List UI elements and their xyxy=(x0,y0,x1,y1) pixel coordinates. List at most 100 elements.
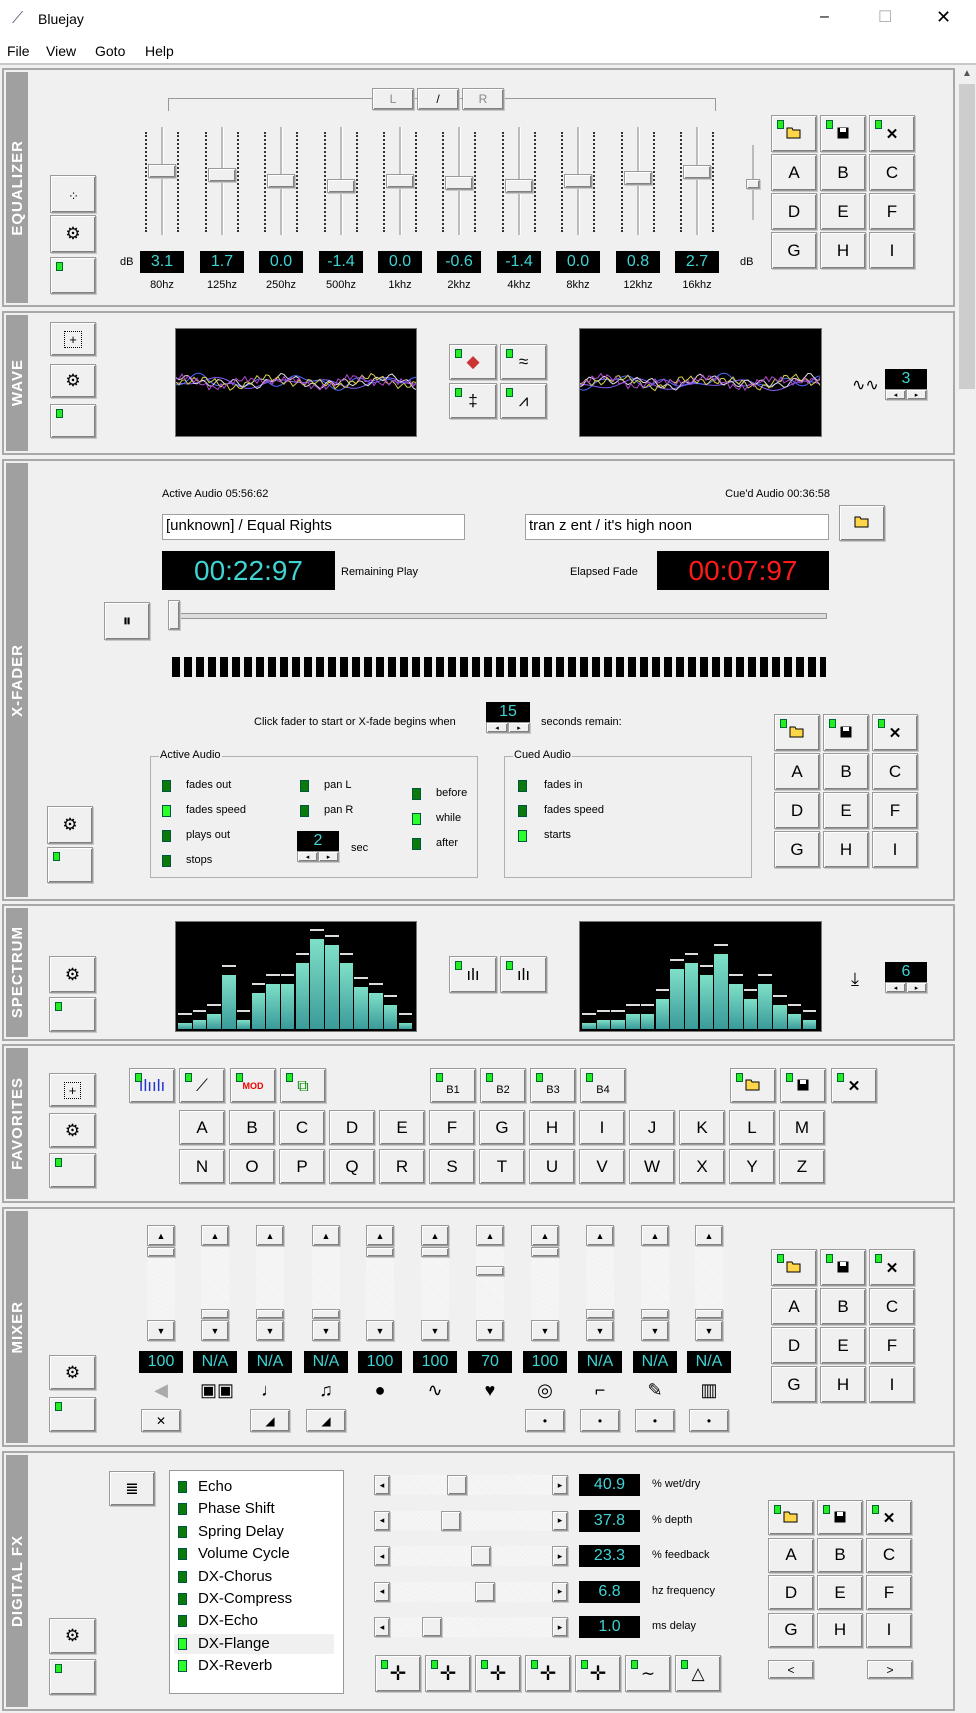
mixer-preset-i[interactable]: I xyxy=(869,1366,915,1403)
fx-preset-shape-3[interactable]: ✛ xyxy=(475,1655,521,1692)
favorite-k[interactable]: K xyxy=(679,1110,725,1145)
mixer-preset-b[interactable]: B xyxy=(820,1288,866,1325)
fx-effect-item[interactable]: Spring Delay xyxy=(174,1522,334,1542)
effect-led[interactable] xyxy=(178,1503,187,1516)
fx-preset-f[interactable]: F xyxy=(866,1575,912,1610)
fx-clear-button[interactable]: ✕ xyxy=(866,1500,912,1535)
fx-param-track[interactable] xyxy=(389,1475,553,1495)
xfader-clear-button[interactable]: ✕ xyxy=(872,714,918,751)
eq-channel-r[interactable]: R xyxy=(462,88,504,110)
fx-param-left-arrow[interactable]: ◂ xyxy=(374,1475,390,1495)
mixer-thumb-plug[interactable] xyxy=(586,1309,614,1319)
favorite-w[interactable]: W xyxy=(629,1149,675,1184)
fade-seconds-decrement[interactable]: ◂ xyxy=(297,851,318,862)
fx-param-track[interactable] xyxy=(389,1510,553,1531)
mixer-button-cd[interactable]: • xyxy=(525,1409,565,1432)
fav-bank-b4[interactable]: B4 xyxy=(580,1068,626,1103)
eq-preset-b[interactable]: B xyxy=(820,154,866,191)
eq-channel-l[interactable]: L xyxy=(372,88,414,110)
fx-param-right-arrow[interactable]: ▸ xyxy=(552,1475,568,1495)
mixer-down-heart[interactable]: ▼ xyxy=(476,1320,504,1341)
favorite-v[interactable]: V xyxy=(579,1149,625,1184)
xfader-preset-f[interactable]: F xyxy=(872,792,918,829)
fx-param-track[interactable] xyxy=(389,1581,553,1602)
wave-count-decrement[interactable]: ◂ xyxy=(885,389,906,400)
favorites-enable-button[interactable] xyxy=(49,1153,96,1188)
xfader-settings-button[interactable]: ⚙ xyxy=(47,806,93,844)
mixer-down-keyboard[interactable]: ▼ xyxy=(695,1320,723,1341)
mixer-thumb-heart[interactable] xyxy=(476,1265,504,1276)
mixer-down-microphone[interactable]: ▼ xyxy=(641,1320,669,1341)
fx-param-right-arrow[interactable]: ▸ xyxy=(552,1510,568,1531)
eq-reset-button[interactable]: ·:· xyxy=(50,175,96,213)
fx-param-left-arrow[interactable]: ◂ xyxy=(374,1510,390,1531)
mixer-down-cd[interactable]: ▼ xyxy=(531,1320,559,1341)
effect-led[interactable] xyxy=(178,1570,187,1583)
mixer-down-treble-clef[interactable]: ▼ xyxy=(312,1320,340,1341)
mixer-down-plug[interactable]: ▼ xyxy=(586,1320,614,1341)
mixer-save-button[interactable] xyxy=(820,1249,866,1286)
mixer-up-speaker[interactable]: ▲ xyxy=(147,1225,175,1246)
eq-slider-thumb-4khz[interactable] xyxy=(505,178,533,193)
fx-menu-button[interactable]: ≣ xyxy=(109,1471,155,1506)
wave-mode-zigzag-button[interactable]: ⩘ xyxy=(500,383,547,419)
favorites-settings-button[interactable]: ⚙ xyxy=(49,1113,96,1148)
wave-mode-color-button[interactable]: ◆ xyxy=(449,344,497,380)
cued-starts-led[interactable] xyxy=(518,830,527,842)
wave-add-button[interactable]: + xyxy=(50,322,96,356)
fx-param-thumb[interactable] xyxy=(471,1546,492,1566)
eq-preset-g[interactable]: G xyxy=(771,232,817,269)
fx-effect-item[interactable]: DX-Chorus xyxy=(174,1567,334,1587)
fx-preset-b[interactable]: B xyxy=(817,1537,863,1573)
mixer-slider-track-dot[interactable] xyxy=(366,1246,394,1320)
mixer-button-speaker[interactable]: ✕ xyxy=(141,1409,181,1432)
fx-effect-item[interactable]: DX-Reverb xyxy=(174,1656,334,1676)
fav-mod-button[interactable]: MOD xyxy=(230,1068,276,1103)
fx-param-thumb[interactable] xyxy=(475,1581,496,1602)
fade-seconds-increment[interactable]: ▸ xyxy=(318,851,339,862)
wave-enable-button[interactable] xyxy=(50,404,96,438)
mixer-down-waveform[interactable]: ▼ xyxy=(421,1320,449,1341)
fx-effect-item[interactable]: Volume Cycle xyxy=(174,1544,334,1564)
fx-preset-shape-6[interactable]: ∼ xyxy=(625,1655,671,1692)
fx-prev-button[interactable]: < xyxy=(768,1660,814,1679)
fx-enable-button[interactable] xyxy=(49,1659,96,1695)
eq-preset-a[interactable]: A xyxy=(771,154,817,191)
xfader-preset-d[interactable]: D xyxy=(774,792,820,829)
xfader-preset-c[interactable]: C xyxy=(872,753,918,790)
maximize-button[interactable]: ☐ xyxy=(878,7,892,27)
menu-help[interactable]: Help xyxy=(145,43,174,59)
eq-clear-button[interactable]: ✕ xyxy=(869,115,915,152)
mixer-up-waveform[interactable]: ▲ xyxy=(421,1225,449,1246)
favorite-q[interactable]: Q xyxy=(329,1149,375,1184)
eq-slider-thumb-80hz[interactable] xyxy=(148,163,176,178)
close-button[interactable]: ✕ xyxy=(936,7,951,28)
xfader-preset-i[interactable]: I xyxy=(872,831,918,868)
effect-led[interactable] xyxy=(178,1615,187,1628)
menu-file[interactable]: File xyxy=(7,43,30,59)
mixer-up-heart[interactable]: ▲ xyxy=(476,1225,504,1246)
fader-track[interactable] xyxy=(170,613,827,619)
fx-preset-a[interactable]: A xyxy=(768,1537,814,1573)
mixer-button-bass-clef[interactable]: ◢ xyxy=(250,1409,290,1432)
fav-open-button[interactable] xyxy=(730,1068,776,1103)
mixer-preset-e[interactable]: E xyxy=(820,1327,866,1364)
cue-open-button[interactable] xyxy=(839,505,885,541)
favorite-l[interactable]: L xyxy=(729,1110,775,1145)
mixer-open-button[interactable] xyxy=(771,1249,817,1286)
mixer-thumb-speaker[interactable] xyxy=(147,1247,175,1257)
mixer-down-bass-clef[interactable]: ▼ xyxy=(256,1320,284,1341)
mixer-up-microphone[interactable]: ▲ xyxy=(641,1225,669,1246)
favorite-m[interactable]: M xyxy=(779,1110,825,1145)
mixer-thumb-microphone[interactable] xyxy=(641,1309,669,1319)
effect-led[interactable] xyxy=(178,1525,187,1538)
effect-led[interactable] xyxy=(178,1637,187,1650)
mixer-button-microphone[interactable]: • xyxy=(635,1409,675,1432)
favorite-t[interactable]: T xyxy=(479,1149,525,1184)
scroll-thumb[interactable] xyxy=(959,84,975,389)
favorite-g[interactable]: G xyxy=(479,1110,525,1145)
mixer-button-treble-clef[interactable]: ◢ xyxy=(306,1409,346,1432)
fx-param-left-arrow[interactable]: ◂ xyxy=(374,1546,390,1566)
xfader-enable-button[interactable] xyxy=(47,847,93,883)
fav-bank-b2[interactable]: B2 xyxy=(480,1068,526,1103)
